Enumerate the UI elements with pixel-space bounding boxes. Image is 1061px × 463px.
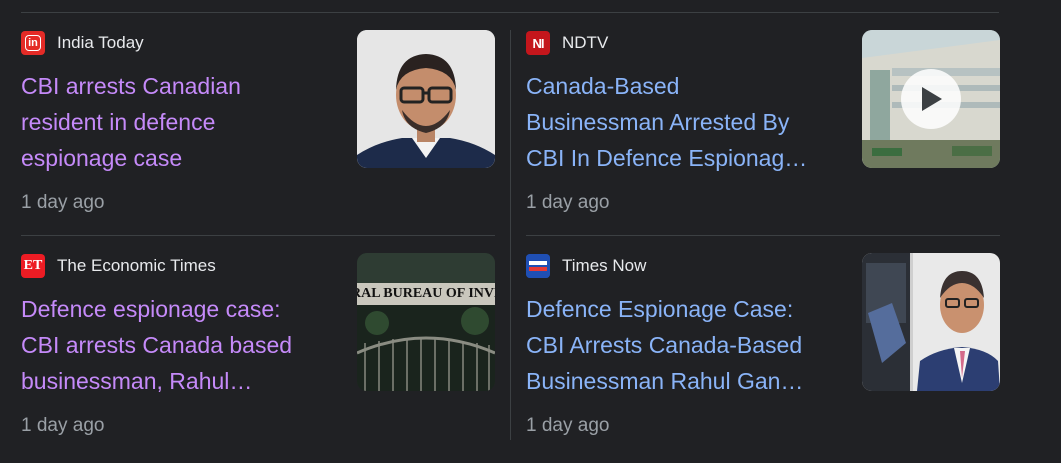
play-icon[interactable] xyxy=(901,69,961,129)
news-card-ndtv[interactable]: NI NDTV Canada-Based Businessman Arreste… xyxy=(526,30,1000,235)
timestamp: 1 day ago xyxy=(526,415,610,436)
source-name: India Today xyxy=(57,33,144,52)
building-sign-text: RAL BUREAU OF INVESTI xyxy=(357,286,495,301)
timestamp: 1 day ago xyxy=(21,192,105,213)
headline-link[interactable]: Defence espionage case: CBI arrests Cana… xyxy=(21,291,326,399)
timestamp: 1 day ago xyxy=(526,192,610,213)
portrait-photo-icon[interactable] xyxy=(357,30,495,168)
row-divider xyxy=(21,235,495,236)
source-row: NI NDTV xyxy=(526,31,608,55)
source-row: Times Now xyxy=(526,254,646,278)
building-photo-icon[interactable]: RAL BUREAU OF INVESTI xyxy=(357,253,495,391)
headline-link[interactable]: CBI arrests Canadian resident in defence… xyxy=(21,68,326,176)
timestamp: 1 day ago xyxy=(21,415,105,436)
source-row: ET The Economic Times xyxy=(21,254,216,278)
times-now-logo-icon xyxy=(526,254,550,278)
ndtv-logo-icon: NI xyxy=(526,31,550,55)
news-card-economic-times[interactable]: ET The Economic Times Defence espionage … xyxy=(21,253,495,458)
portrait-photo-icon[interactable] xyxy=(862,253,1000,391)
video-thumbnail-icon[interactable] xyxy=(862,30,1000,168)
india-today-logo-icon: in xyxy=(21,31,45,55)
source-row: in India Today xyxy=(21,31,144,55)
headline-link[interactable]: Defence Espionage Case: CBI Arrests Cana… xyxy=(526,291,831,399)
headline-link[interactable]: Canada-Based Businessman Arrested By CBI… xyxy=(526,68,831,176)
source-name: NDTV xyxy=(562,33,609,52)
top-divider xyxy=(21,12,999,13)
news-card-india-today[interactable]: in India Today CBI arrests Canadian resi… xyxy=(21,30,495,235)
source-name: Times Now xyxy=(562,256,647,275)
row-divider xyxy=(526,235,1000,236)
source-name: The Economic Times xyxy=(57,256,216,275)
news-card-times-now[interactable]: Times Now Defence Espionage Case: CBI Ar… xyxy=(526,253,1000,458)
column-divider xyxy=(510,30,511,440)
economic-times-logo-icon: ET xyxy=(21,254,45,278)
